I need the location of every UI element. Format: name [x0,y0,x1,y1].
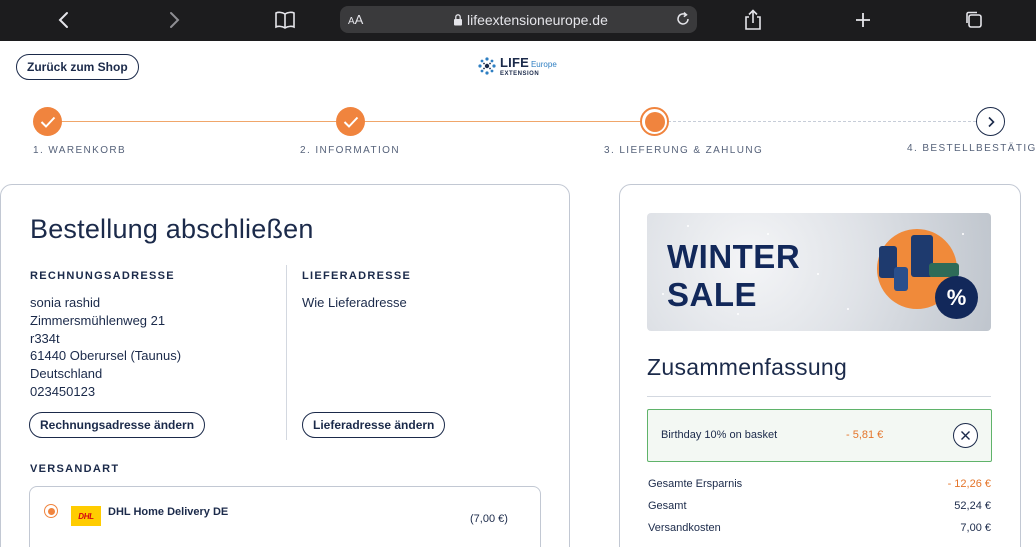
back-arrow-icon[interactable] [52,9,76,31]
logo-mark-icon [478,57,496,75]
step-label-confirmation: 4. BESTELLBESTÄTIGUNG [907,143,1036,154]
product-box-image [929,263,959,277]
reader-text-size-button[interactable]: AA [348,12,363,27]
step-3-current [640,107,669,136]
summary-title: Zusammenfassung [647,354,848,380]
back-to-shop-button[interactable]: Zurück zum Shop [16,54,139,80]
shipping-option-price: (7,00 €) [470,513,508,525]
total-savings-label: Gesamte Ersparnis [648,478,743,490]
remove-coupon-button[interactable] [953,423,978,448]
checkmark-icon [40,116,55,128]
step-label-cart: 1. WARENKORB [33,145,127,156]
step-4-next [976,107,1005,136]
billing-address-line: sonia rashid [30,295,101,310]
url-text: lifeextensioneurope.de [467,12,608,28]
total-label: Gesamt [648,500,687,512]
browser-toolbar: AA lifeextensioneurope.de [0,0,1036,41]
shipping-method-heading: VERSANDART [30,463,120,475]
step-label-delivery-payment: 3. LIEFERUNG & ZAHLUNG [604,145,764,156]
progress-line-done [364,121,640,122]
billing-address-line: r334t [30,331,60,346]
tabs-overview-icon[interactable] [962,9,986,31]
chevron-right-icon [987,116,995,127]
coupon-amount: - 5,81 € [846,429,884,441]
change-billing-address-button[interactable]: Rechnungsadresse ändern [29,412,206,438]
logo-region: Europe [530,60,557,69]
billing-address-line: Zimmersmühlenweg 21 [30,313,166,328]
shipping-option-radio[interactable] [44,504,58,518]
forward-arrow-icon[interactable] [162,9,186,31]
radio-selected-dot [47,507,55,515]
change-shipping-address-button[interactable]: Lieferadresse ändern [302,412,446,438]
shipping-option-dhl[interactable] [29,486,541,547]
page-title: Bestellung abschließen [30,214,314,244]
total-value: 52,24 € [954,500,991,512]
reload-icon[interactable] [675,11,691,27]
close-icon [961,431,970,440]
summary-divider [647,396,991,397]
lock-icon [454,14,462,26]
billing-address-line: Deutschland [30,366,103,381]
share-icon[interactable] [741,9,765,31]
step-label-information: 2. INFORMATION [300,145,400,156]
shipping-cost-label: Versandkosten [648,522,721,534]
bookmarks-icon[interactable] [273,9,297,31]
new-tab-plus-icon[interactable] [851,9,875,31]
current-step-dot [644,111,665,132]
progress-line-pending [668,121,976,122]
progress-line-done [61,121,336,122]
coupon-name: Birthday 10% on basket [661,429,778,441]
shipping-address-same-text: Wie Lieferadresse [302,295,407,310]
total-savings-value: - 12,26 € [947,478,991,490]
banner-headline: WINTER SALE [667,238,801,313]
life-extension-logo[interactable]: LIFE Europe EXTENSION [477,55,557,77]
shipping-address-heading: LIEFERADRESSE [302,270,412,282]
logo-wordmark: LIFE [500,55,529,70]
winter-sale-banner[interactable]: WINTER SALE % [647,213,991,331]
billing-address-line: 61440 Oberursel (Taunus) [30,348,182,363]
billing-address-heading: RECHNUNGSADRESSE [30,270,175,282]
address-divider [286,265,287,440]
billing-address-line: 023450123 [30,384,96,399]
checkmark-icon [343,116,358,128]
dhl-logo-text: DHL [78,511,94,521]
shipping-cost-value: 7,00 € [960,522,991,534]
address-bar[interactable]: AA lifeextensioneurope.de [340,6,697,33]
shipping-option-name: DHL Home Delivery DE [108,506,229,518]
product-bottle-image [894,267,908,291]
dhl-logo: DHL [71,506,101,526]
logo-subtitle: EXTENSION [500,71,540,77]
step-2-complete[interactable] [336,107,365,136]
step-1-complete[interactable] [33,107,62,136]
percent-badge: % [935,276,978,319]
